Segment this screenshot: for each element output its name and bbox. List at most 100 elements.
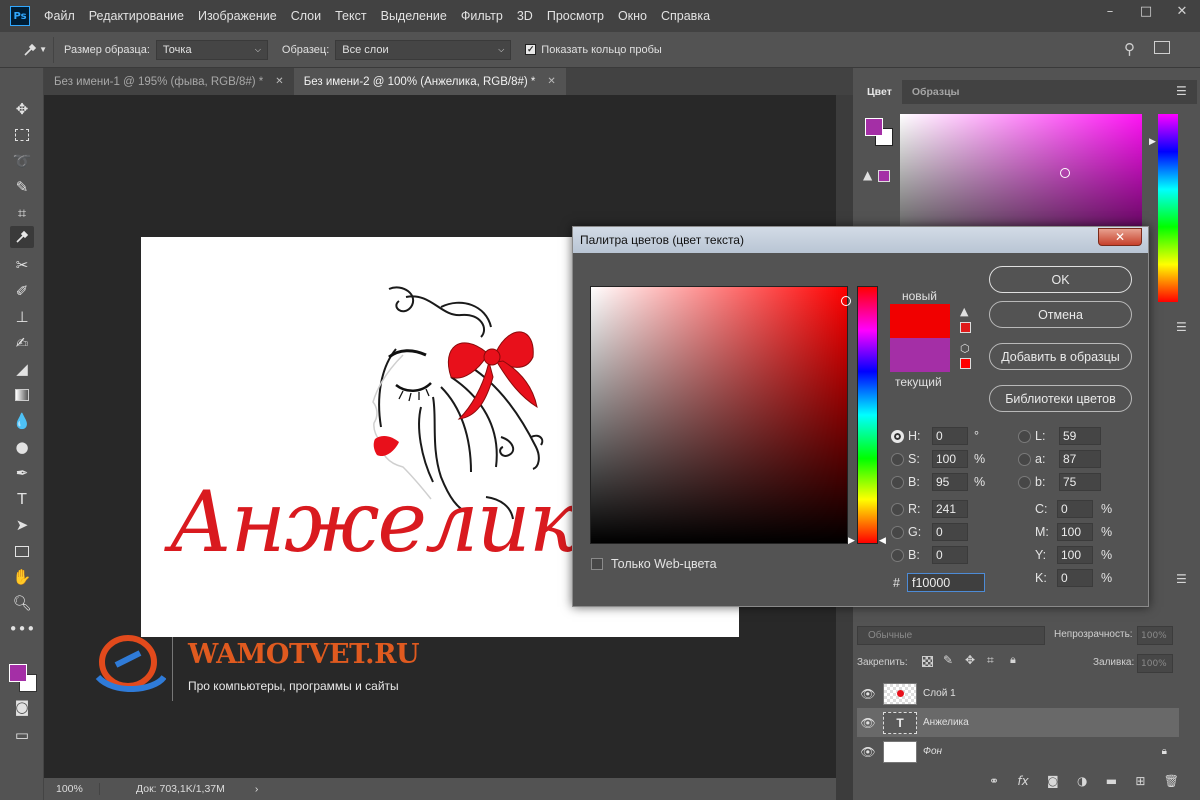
gradient-tool-icon[interactable] (10, 384, 34, 406)
sample-size-select[interactable]: Точка ⌵ (155, 39, 268, 60)
rectangle-tool-icon[interactable] (10, 540, 34, 562)
eraser-tool-icon[interactable]: ◢ (10, 358, 34, 380)
lab-b-radio[interactable] (1018, 475, 1031, 489)
foreground-color-swatch[interactable] (9, 664, 27, 682)
menu-layers[interactable]: Слои (291, 9, 321, 23)
h-radio[interactable] (891, 429, 904, 443)
hex-input[interactable]: f10000 (907, 573, 985, 592)
layer-style-icon[interactable]: fx (1017, 774, 1028, 790)
k-input[interactable]: 0 (1057, 569, 1093, 587)
a-radio[interactable] (1018, 452, 1031, 466)
lock-artboard-icon[interactable]: ⌗ (987, 653, 994, 668)
marquee-tool-icon[interactable] (10, 124, 34, 146)
l-input[interactable]: 59 (1059, 427, 1101, 445)
minimize-button[interactable]: – (1092, 0, 1128, 22)
r-radio[interactable] (891, 502, 904, 516)
stamp-tool-icon[interactable]: ⊥ (10, 306, 34, 328)
visibility-eye-icon[interactable]: 👁︎ (857, 745, 879, 759)
s-input[interactable]: 100 (932, 450, 968, 468)
s-radio[interactable] (891, 452, 904, 466)
add-to-swatches-button[interactable]: Добавить в образцы (989, 343, 1132, 370)
close-button[interactable]: ✕ (1164, 0, 1200, 22)
menu-filter[interactable]: Фильтр (461, 9, 503, 23)
hand-tool-icon[interactable]: ✋ (10, 566, 34, 588)
hue-slider[interactable] (1158, 114, 1178, 302)
layer-row[interactable]: 👁︎ T Анжелика (857, 708, 1179, 737)
menu-type[interactable]: Текст (335, 9, 366, 23)
h-input[interactable]: 0 (932, 427, 968, 445)
blend-mode-select[interactable]: Обычные (857, 626, 1045, 645)
gamut-swatch[interactable] (878, 170, 890, 182)
blue-input[interactable]: 0 (932, 546, 968, 564)
tab-color[interactable]: Цвет (857, 80, 902, 104)
fill-input[interactable]: 100% (1137, 654, 1173, 673)
blur-tool-icon[interactable]: 💧 (10, 410, 34, 432)
zoom-tool-icon[interactable]: 🔍︎ (10, 592, 34, 614)
web-only-checkbox[interactable] (591, 558, 603, 570)
y-input[interactable]: 100 (1057, 546, 1093, 564)
crop-tool-icon[interactable]: ⌗ (10, 202, 34, 224)
new-group-icon[interactable]: ▬ (1106, 774, 1117, 790)
menu-3d[interactable]: 3D (517, 9, 533, 23)
tab-swatches[interactable]: Образцы (902, 80, 970, 104)
workspace-icon[interactable] (1154, 41, 1170, 54)
gamut-color-swatch[interactable] (960, 322, 971, 333)
lab-b-input[interactable]: 75 (1059, 473, 1101, 491)
cancel-button[interactable]: Отмена (989, 301, 1132, 328)
eyedropper-tool-icon[interactable] (10, 226, 34, 248)
m-input[interactable]: 100 (1057, 523, 1093, 541)
path-select-tool-icon[interactable]: ➤ (10, 514, 34, 536)
more-tools-icon[interactable]: ••• (9, 618, 36, 640)
layer-row[interactable]: 👁︎ Фон 🔒︎ (857, 737, 1179, 766)
add-mask-icon[interactable]: ◙ (1047, 774, 1059, 790)
ok-button[interactable]: OK (989, 266, 1132, 293)
menu-window[interactable]: Окно (618, 9, 647, 23)
web-safe-color-swatch[interactable] (960, 358, 971, 369)
show-ring-checkbox[interactable]: ✓ (525, 44, 537, 55)
chevron-right-icon[interactable]: › (255, 783, 259, 795)
type-tool-icon[interactable]: T (10, 488, 34, 510)
dialog-close-button[interactable]: ✕ (1098, 228, 1142, 246)
sample-layers-select[interactable]: Все слои ⌵ (335, 39, 512, 60)
color-picker-field[interactable] (590, 286, 848, 544)
b-input[interactable]: 95 (932, 473, 968, 491)
tab-document-2[interactable]: Без имени-2 @ 100% (Анжелика, RGB/8#) * ✕ (293, 68, 566, 95)
visibility-eye-icon[interactable]: 👁︎ (857, 687, 879, 701)
tool-preset-picker[interactable]: ▼ (6, 36, 54, 63)
c-input[interactable]: 0 (1057, 500, 1093, 518)
r-input[interactable]: 241 (932, 500, 968, 518)
menu-file[interactable]: Файл (44, 9, 75, 23)
menu-edit[interactable]: Редактирование (89, 9, 184, 23)
quick-mask-icon[interactable]: ◙ (10, 696, 34, 718)
move-tool-icon[interactable]: ✥ (10, 98, 34, 120)
adjustment-layer-icon[interactable]: ◑ (1077, 774, 1087, 790)
current-color-swatch[interactable] (890, 338, 950, 372)
g-radio[interactable] (891, 525, 904, 539)
link-layers-icon[interactable]: ⚭ (989, 774, 999, 790)
hue-strip[interactable] (857, 286, 878, 544)
close-tab-icon[interactable]: ✕ (547, 76, 555, 87)
maximize-button[interactable]: □ (1128, 0, 1164, 22)
lock-transparent-icon[interactable] (922, 656, 933, 667)
a-input[interactable]: 87 (1059, 450, 1101, 468)
layer-lock-icon[interactable]: 🔒︎ (1162, 746, 1167, 757)
healing-tool-icon[interactable]: ✂ (10, 254, 34, 276)
layer-row[interactable]: 👁︎ Слой 1 (857, 679, 1179, 708)
blue-radio[interactable] (891, 548, 904, 562)
dodge-tool-icon[interactable]: ● (10, 436, 34, 458)
l-radio[interactable] (1018, 429, 1031, 443)
screen-mode-icon[interactable]: ▭ (10, 724, 34, 746)
b-radio[interactable] (891, 475, 904, 489)
panel-menu-icon[interactable]: ☰ (1176, 320, 1187, 334)
lock-position-icon[interactable]: ✥ (965, 653, 975, 667)
lock-pixels-icon[interactable]: ✎ (943, 653, 953, 667)
panel-menu-icon[interactable]: ☰ (1176, 572, 1187, 586)
opacity-input[interactable]: 100% (1137, 626, 1173, 645)
delete-layer-icon[interactable]: 🗑︎ (1164, 774, 1179, 790)
lock-all-icon[interactable]: 🔒︎ (1010, 653, 1016, 667)
lasso-tool-icon[interactable]: ➰ (10, 150, 34, 172)
search-icon[interactable]: ⚲ (1124, 40, 1135, 58)
zoom-level[interactable]: 100% (44, 783, 100, 795)
menu-select[interactable]: Выделение (381, 9, 447, 23)
pen-tool-icon[interactable]: ✒ (10, 462, 34, 484)
